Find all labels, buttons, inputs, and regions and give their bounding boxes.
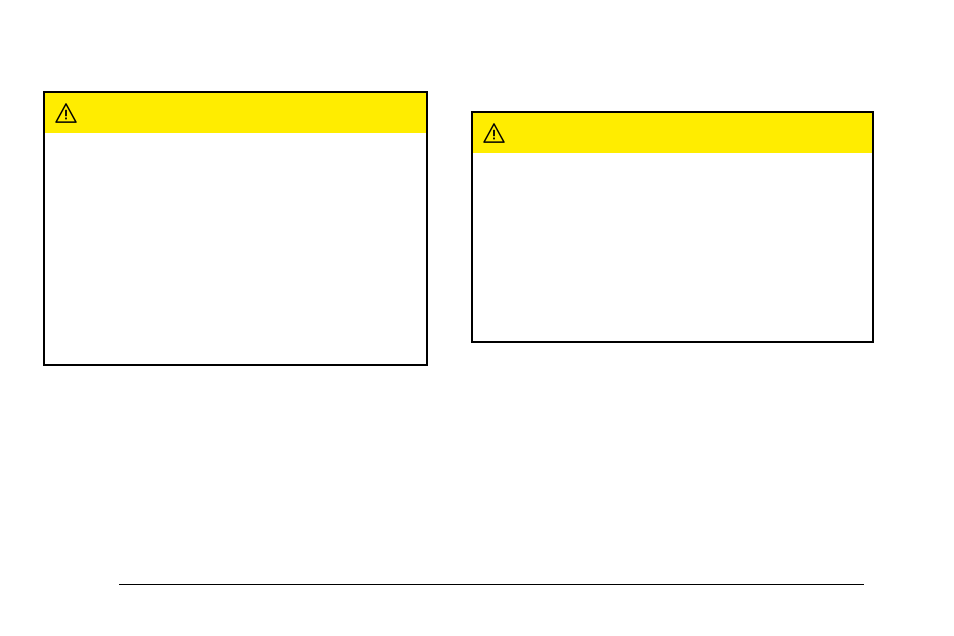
caution-header-right (473, 113, 872, 153)
caution-panel-right (471, 111, 874, 343)
footer-divider (119, 584, 864, 585)
caution-panel-left (43, 91, 428, 366)
warning-triangle-icon (55, 103, 77, 123)
warning-triangle-icon (483, 123, 505, 143)
caution-header-left (45, 93, 426, 133)
